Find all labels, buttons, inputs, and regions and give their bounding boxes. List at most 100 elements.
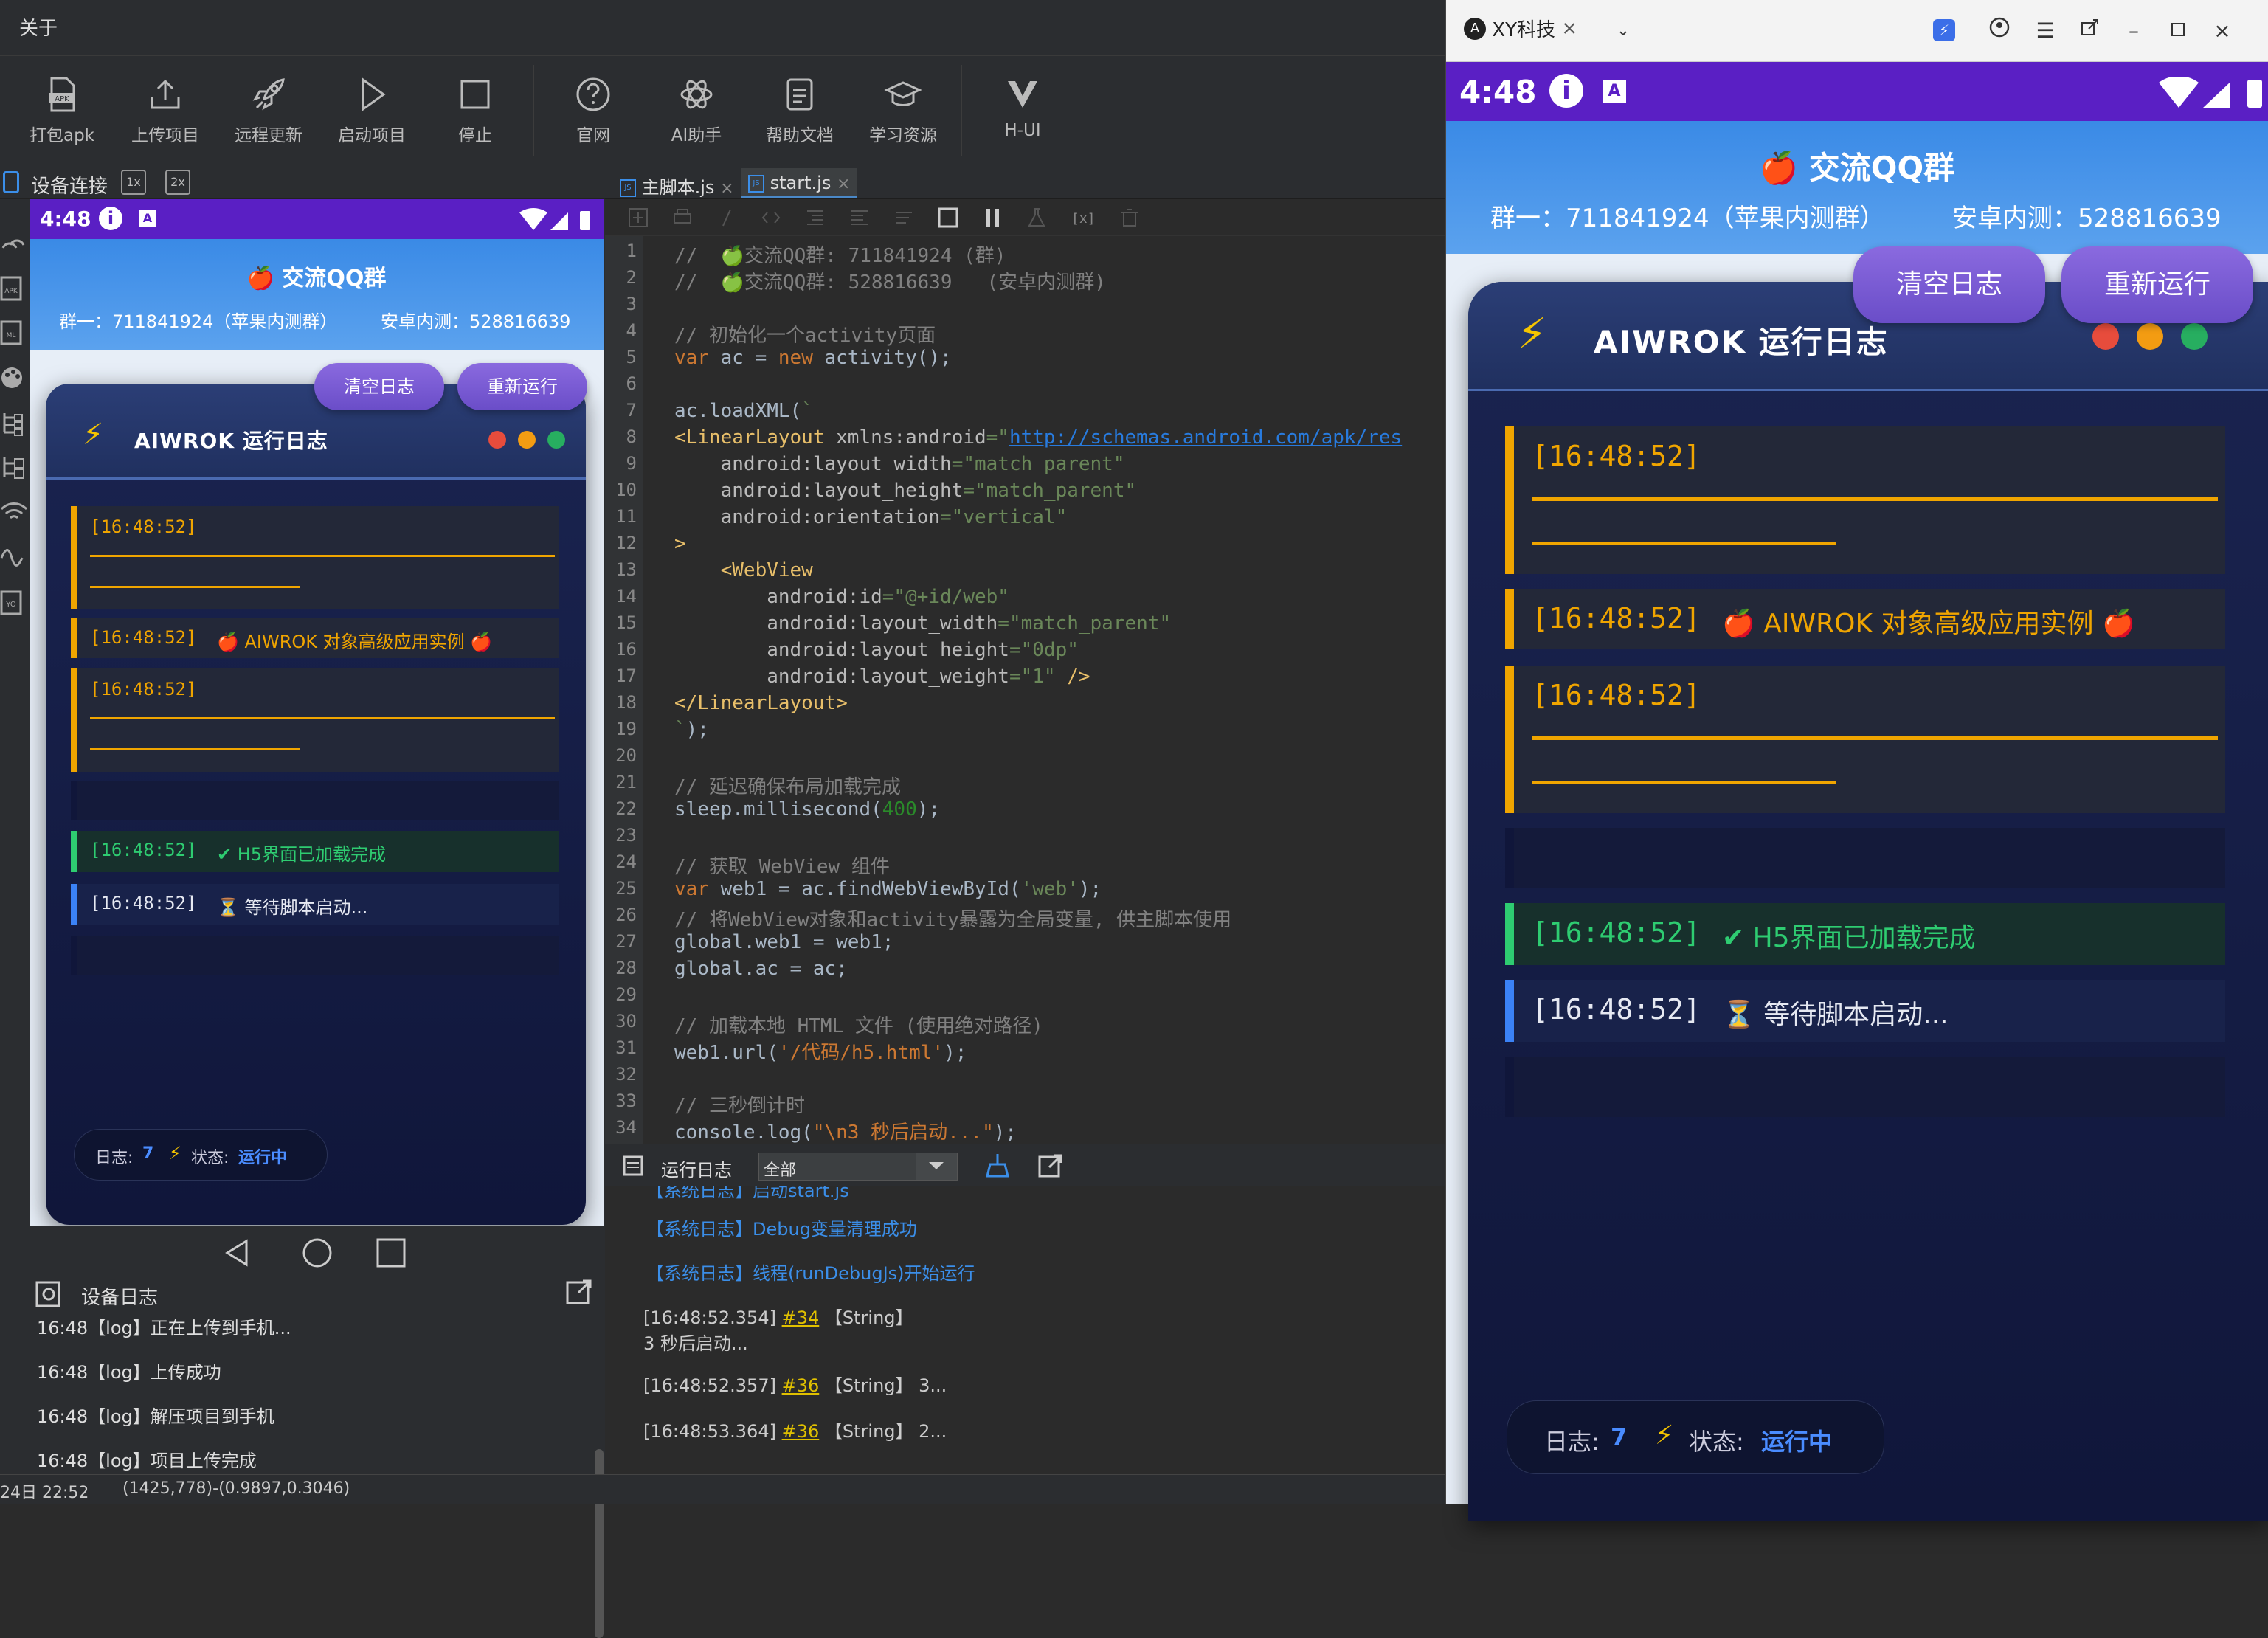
log-entry: [16:48:52] ✔ H5界面已加载完成 (1505, 903, 2225, 965)
popout-icon[interactable] (565, 1278, 593, 1306)
log-card-title: AIWROK 运行日志 (134, 429, 328, 453)
help-docs-button[interactable]: 帮助文档 (756, 69, 844, 158)
code-line: // 三秒倒计时 (674, 1095, 805, 1117)
phone-icon (3, 171, 19, 193)
code-line: global.ac = ac; (674, 958, 848, 980)
code-icon[interactable] (760, 207, 782, 229)
apk-file-icon[interactable]: APK (0, 273, 27, 303)
apk-icon: APK (49, 77, 75, 112)
back-icon[interactable] (223, 1238, 252, 1268)
print-icon[interactable] (671, 207, 694, 229)
start-project-button[interactable]: 启动项目 (328, 69, 416, 158)
device-log-title: 设备日志 (81, 1287, 159, 1309)
code-line: android:orientation="vertical" (674, 506, 1068, 528)
wifi-icon[interactable] (0, 497, 28, 527)
clear-log-button[interactable]: 清空日志 (1853, 246, 2045, 323)
build-apk-button[interactable]: APK 打包apk (18, 69, 106, 158)
ai-assistant-button[interactable]: AI助手 (652, 69, 741, 158)
stop-button[interactable]: 停止 (431, 69, 519, 158)
tab-start-js[interactable]: JS start.js × (741, 168, 858, 198)
indent-icon[interactable] (804, 207, 826, 229)
close-icon[interactable]: × (720, 179, 733, 198)
aiwork-logo-icon: A (1464, 17, 1486, 40)
tree-structure-icon[interactable] (0, 409, 27, 438)
chevron-down-icon (916, 1153, 957, 1180)
external-window-icon[interactable] (2075, 16, 2104, 46)
source-link[interactable]: #34 (782, 1307, 820, 1328)
close-icon[interactable]: × (837, 175, 850, 193)
log-entry-empty (71, 936, 559, 975)
signal-wave-icon[interactable] (0, 543, 27, 573)
close-window-icon[interactable]: × (2208, 16, 2237, 46)
variable-icon[interactable]: [x] (1070, 207, 1095, 229)
device-screen-mirror[interactable]: 4:48 i A 🍎 交流QQ群 群一：711841924（苹果内测群） 安卓内… (30, 199, 604, 1226)
chevron-down-icon[interactable]: ⌄ (1608, 16, 1638, 46)
keyboard-a-icon: A (1603, 80, 1626, 103)
clear-log-button[interactable]: 清空日志 (314, 363, 444, 410)
lightning-app-icon[interactable]: ⚡ (1933, 19, 1955, 41)
rerun-button[interactable]: 重新运行 (457, 363, 587, 410)
trash-icon[interactable] (1119, 207, 1141, 229)
node-tree-icon[interactable] (0, 453, 27, 483)
code-line: `); (674, 719, 709, 741)
menu-about[interactable]: 关于 (19, 13, 58, 41)
zoom-2x-button[interactable]: 2x (165, 170, 190, 195)
source-link[interactable]: #36 (782, 1375, 820, 1396)
lightning-icon: ⚡ (83, 418, 104, 452)
code-area[interactable]: // 🍏交流QQ群: 711841924 (群) // 🍏交流QQ群: 52881… (605, 236, 1445, 1144)
comment-icon[interactable] (716, 207, 738, 229)
home-icon[interactable] (301, 1238, 333, 1271)
outdent-icon[interactable] (848, 207, 871, 229)
remote-update-button[interactable]: 远程更新 (224, 69, 313, 158)
wrap-icon[interactable] (893, 207, 915, 229)
xml-file-icon[interactable]: ML (0, 317, 27, 347)
editor-tabs: JS 主脚本.js × JS start.js × (605, 165, 1445, 199)
device-side-toolbar: APK ML YO (0, 199, 30, 1291)
status-datetime: 24日 22:52 (0, 1484, 89, 1502)
code-line: var ac = new activity(); (674, 347, 952, 369)
stop-square-icon[interactable] (937, 207, 959, 229)
run-log-line: 【系统日志】线程(runDebugJs)开始运行 (646, 1263, 975, 1284)
palette-icon[interactable] (0, 363, 27, 393)
learning-resources-button[interactable]: 学习资源 (859, 69, 947, 158)
run-log-line: [16:48:53.364] #36 【String】 2... (643, 1421, 947, 1442)
log-filter-select[interactable]: 全部 (758, 1153, 958, 1181)
info-icon: i (99, 207, 122, 230)
menu-icon[interactable]: ☰ (2030, 16, 2060, 46)
phone-header-title: 🍎 交流QQ群 (246, 266, 387, 291)
emulator-window: A XY科技 × ⌄ ⚡ ☰ – × 4:48 i A 🍎 交流QQ群 群一：7… (1445, 0, 2268, 1521)
recents-icon[interactable] (375, 1238, 407, 1271)
phone-header: 🍎 交流QQ群 群一：711841924（苹果内测群） 安卓内测：5288166… (30, 239, 604, 350)
user-icon[interactable] (1985, 16, 2014, 46)
svg-text:ML: ML (7, 332, 16, 339)
broom-icon[interactable] (984, 1153, 1011, 1179)
red-dot-icon (488, 431, 506, 449)
pause-icon[interactable] (981, 207, 1003, 229)
code-line: ac.loadXML(` (674, 400, 813, 422)
code-line: // 初始化一个activity页面 (674, 325, 936, 347)
zoom-1x-button[interactable]: 1x (121, 170, 146, 195)
tab-main-script[interactable]: JS 主脚本.js × (612, 168, 741, 198)
emulator-tab[interactable]: A XY科技 × (1464, 15, 1577, 52)
log-entry: [16:48:52] (1505, 426, 2225, 574)
maximize-icon[interactable] (2163, 16, 2193, 46)
rerun-button[interactable]: 重新运行 (2061, 246, 2253, 323)
device-log-line: 16:48【log】解压项目到手机 (37, 1406, 274, 1427)
minimize-icon[interactable]: – (2119, 16, 2148, 46)
yolo-icon[interactable]: YO (0, 587, 27, 617)
run-log-line: [16:48:52.354] #34 【String】 3 秒后启动... (643, 1307, 913, 1354)
flask-icon[interactable] (1026, 207, 1048, 229)
popout-icon[interactable] (1037, 1153, 1064, 1179)
play-icon (362, 77, 386, 111)
add-icon[interactable] (627, 207, 649, 229)
source-link[interactable]: #36 (782, 1421, 820, 1442)
official-site-button[interactable]: 官网 (549, 69, 637, 158)
openai-icon (680, 80, 713, 109)
link-icon[interactable] (0, 230, 27, 260)
run-log-header: 运行日志 全部 (605, 1144, 1445, 1186)
keyboard-a-icon: A (139, 210, 156, 227)
h-ui-button[interactable]: H-UI (978, 69, 1067, 158)
code-line: android:layout_height="match_parent" (674, 480, 1137, 502)
upload-project-button[interactable]: 上传项目 (121, 69, 210, 158)
close-tab-icon[interactable]: × (1561, 18, 1577, 40)
